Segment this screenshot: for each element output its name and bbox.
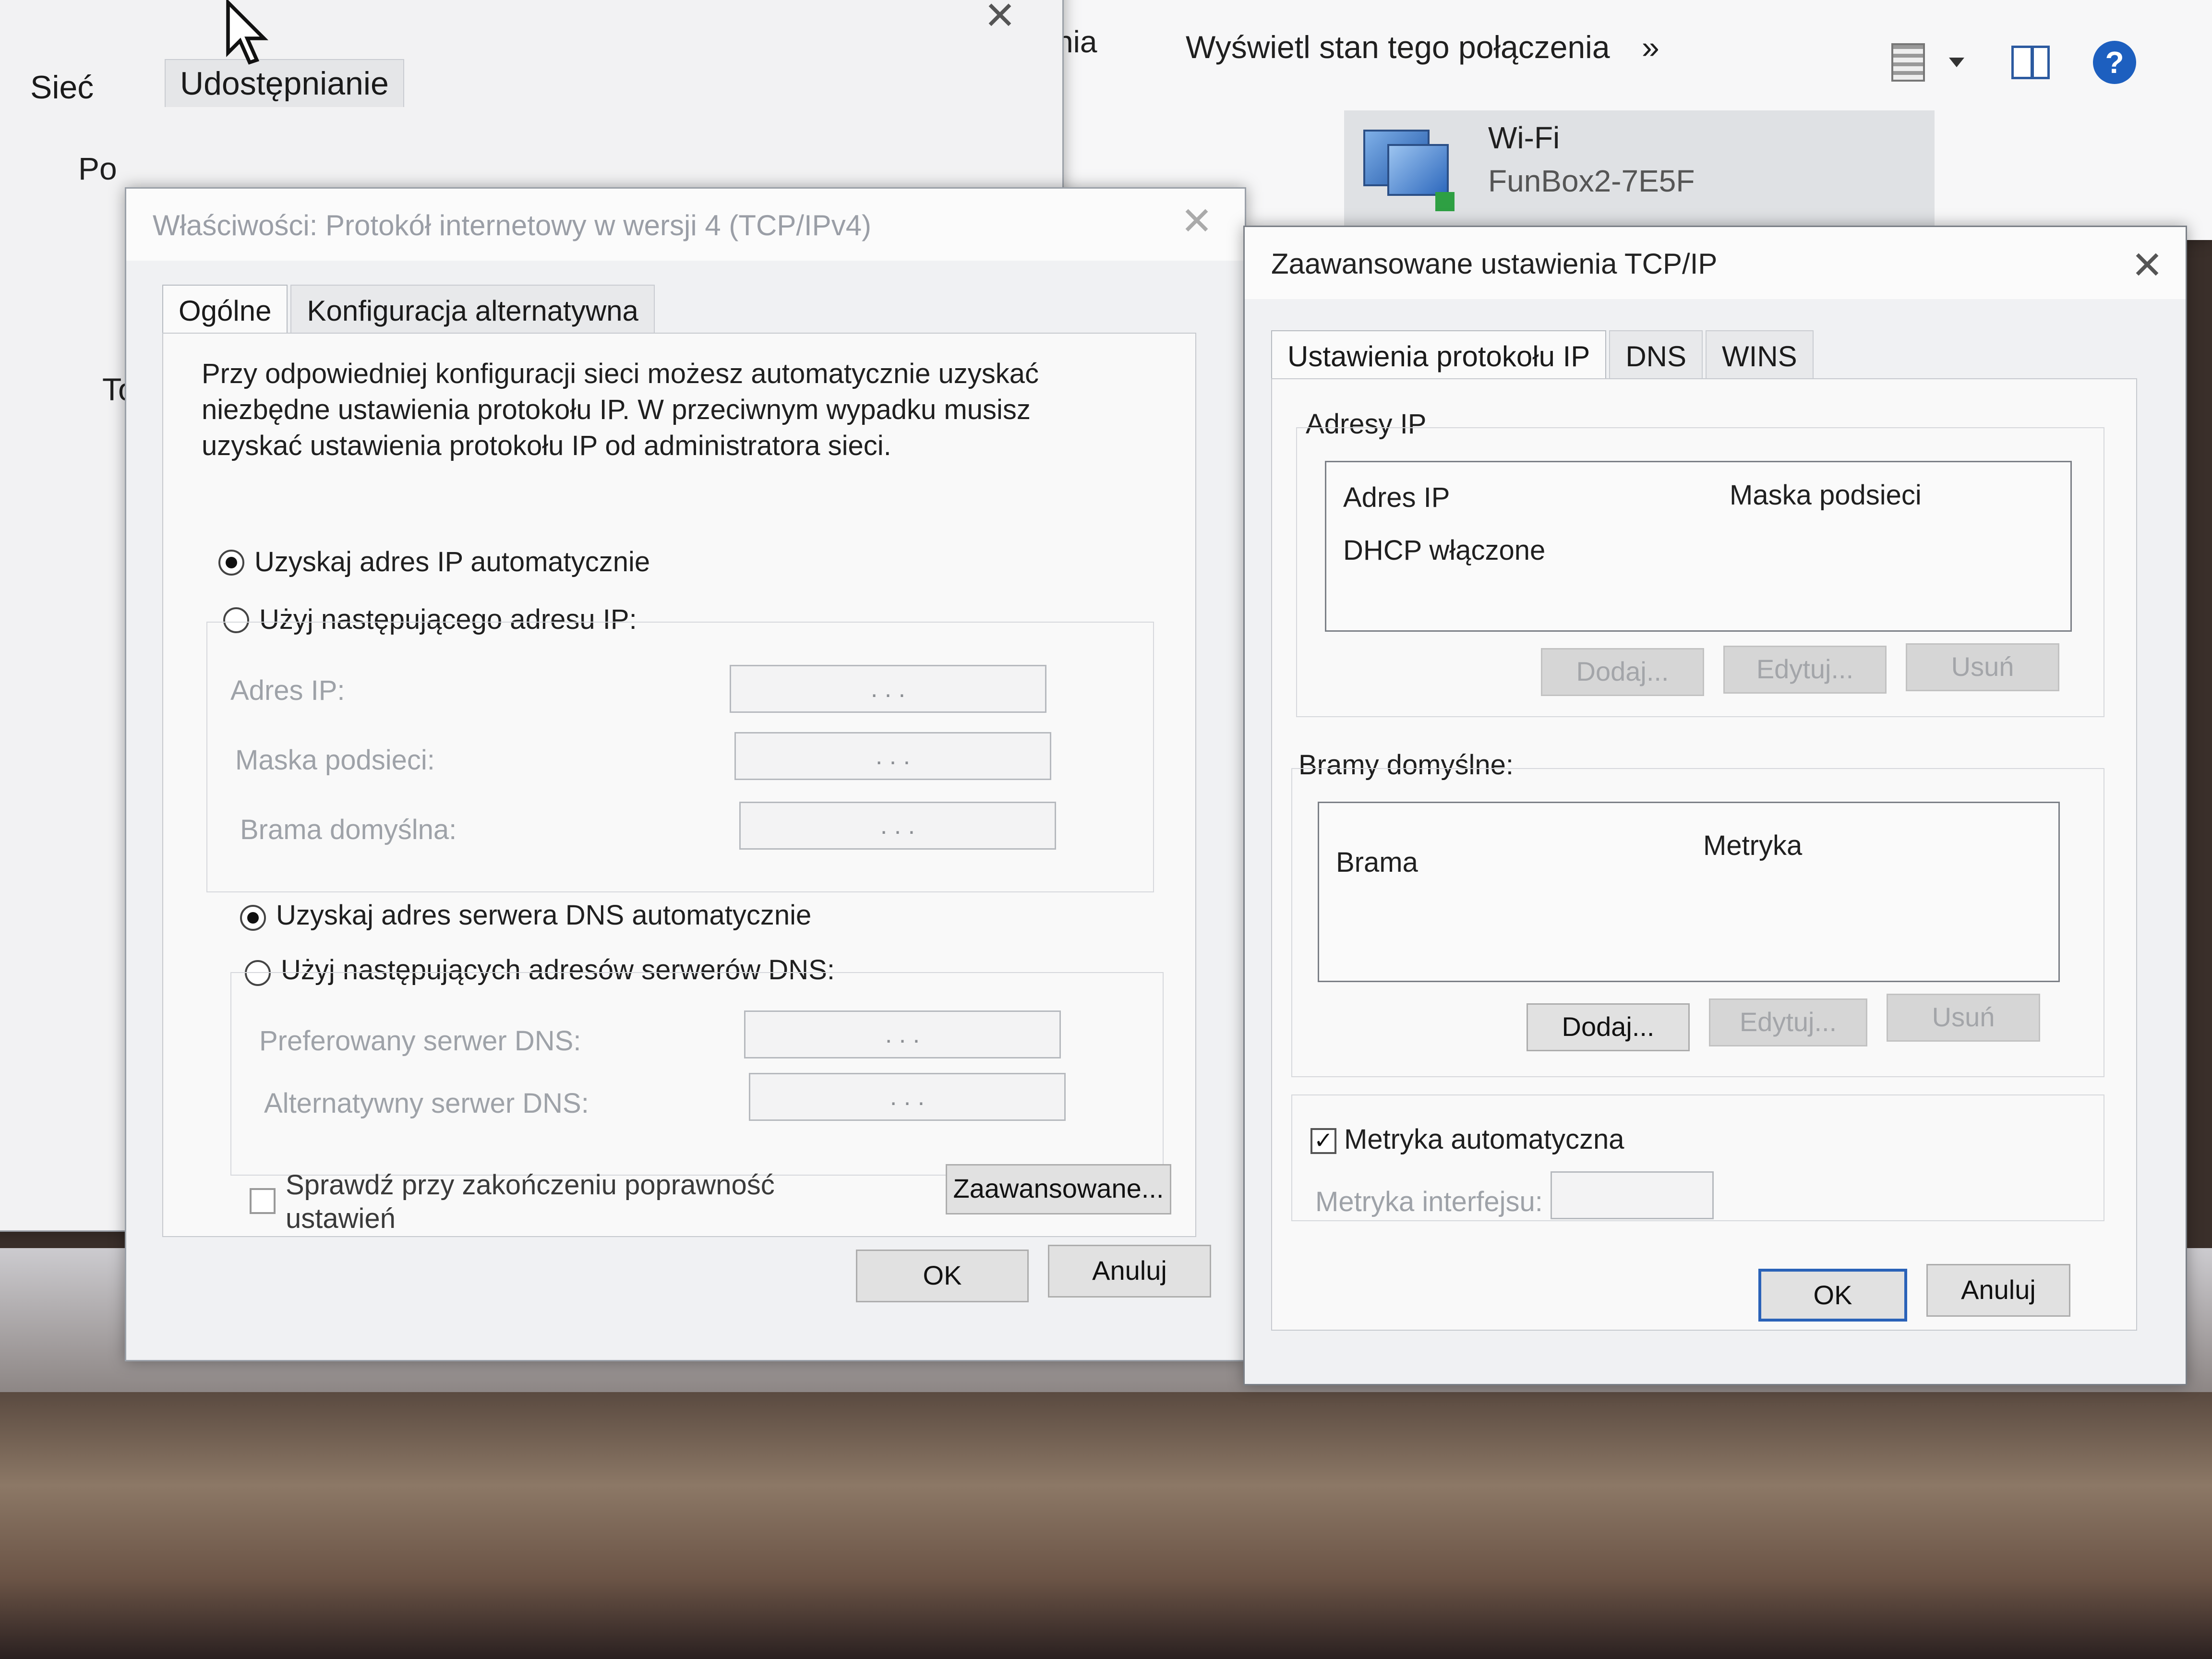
preferred-dns-field[interactable]: . . . [744, 1010, 1061, 1058]
mouse-cursor-icon [226, 0, 269, 65]
advanced-titlebar: Zaawansowane ustawienia TCP/IP ✕ [1245, 227, 2186, 299]
validate-label-line1[interactable]: Sprawdź przy zakończeniu poprawność [286, 1169, 775, 1201]
add-ip-button[interactable]: Dodaj... [1541, 648, 1704, 696]
ip-address-label: Adres IP: [230, 675, 345, 706]
interface-metric-label: Metryka interfejsu: [1315, 1186, 1543, 1217]
ip-list-row[interactable]: DHCP włączone [1343, 534, 1545, 566]
ipv4-general-panel: Przy odpowiedniej konfiguracji sieci moż… [162, 333, 1196, 1237]
ok-button[interactable]: OK [1758, 1269, 1907, 1322]
interface-metric-field[interactable] [1551, 1171, 1714, 1219]
network-adapter-icon [1358, 125, 1455, 211]
ok-button[interactable]: OK [856, 1250, 1029, 1302]
tab-wins[interactable]: WINS [1706, 330, 1814, 378]
connection-name: Wi-Fi [1488, 120, 1560, 155]
tab-dns[interactable]: DNS [1609, 330, 1703, 378]
dns-auto-label[interactable]: Uzyskaj adres serwera DNS automatycznie [276, 899, 811, 931]
cancel-button[interactable]: Anuluj [1048, 1245, 1211, 1298]
metric-col-header: Metryka [1703, 830, 1803, 861]
advanced-dialog-title: Zaawansowane ustawienia TCP/IP [1271, 248, 1718, 280]
wifi-connection-item[interactable]: Wi-Fi FunBox2-7E5F [1344, 110, 1935, 240]
advanced-button[interactable]: Zaawansowane... [946, 1164, 1171, 1214]
dns-auto-radio[interactable] [240, 905, 266, 931]
remove-ip-button[interactable]: Usuń [1906, 643, 2059, 691]
tab-konfiguracja-alternatywna[interactable]: Konfiguracja alternatywna [290, 285, 655, 333]
ip-addresses-list[interactable]: Adres IP Maska podsieci DHCP włączone [1325, 461, 2072, 632]
remove-gateway-button[interactable]: Usuń [1887, 994, 2040, 1042]
advanced-tabs: Ustawienia protokołu IP DNS WINS [1271, 330, 1816, 378]
view-dropdown-icon[interactable] [1949, 58, 1964, 67]
close-icon[interactable]: ✕ [1178, 202, 1216, 240]
subnet-mask-field[interactable]: . . . [734, 732, 1051, 780]
partial-label-po: Po [78, 151, 117, 186]
add-gateway-button[interactable]: Dodaj... [1527, 1003, 1690, 1051]
gateways-list[interactable]: Brama Metryka [1318, 802, 2060, 982]
subnet-col-header: Maska podsieci [1730, 480, 1922, 511]
close-icon[interactable]: ✕ [2128, 246, 2166, 285]
description-line-1: Przy odpowiedniej konfiguracji sieci moż… [202, 358, 1039, 389]
cancel-button[interactable]: Anuluj [1926, 1264, 2070, 1317]
ip-auto-radio[interactable] [218, 550, 244, 576]
tab-ip-settings[interactable]: Ustawienia protokołu IP [1271, 330, 1607, 378]
ip-settings-panel: Adresy IP Adres IP Maska podsieci DHCP w… [1271, 378, 2137, 1331]
connection-network: FunBox2-7E5F [1488, 164, 1695, 198]
gateway-field[interactable]: . . . [739, 802, 1056, 850]
more-chevron-icon[interactable]: » [1642, 29, 1659, 65]
help-icon[interactable]: ? [2093, 41, 2136, 84]
edit-ip-button[interactable]: Edytuj... [1723, 646, 1887, 694]
ipv4-tabs: Ogólne Konfiguracja alternatywna [162, 285, 658, 333]
preview-pane-icon[interactable] [2011, 46, 2050, 79]
tab-siec[interactable]: Sieć [30, 69, 94, 106]
alternate-dns-label: Alternatywny serwer DNS: [264, 1088, 589, 1119]
gateway-col-header: Brama [1336, 847, 1418, 878]
alternate-dns-field[interactable]: . . . [749, 1073, 1066, 1121]
validate-label-line2[interactable]: ustawień [286, 1202, 396, 1235]
tab-ogolne[interactable]: Ogólne [162, 285, 288, 333]
advanced-tcpip-dialog: Zaawansowane ustawienia TCP/IP ✕ Ustawie… [1243, 226, 2187, 1385]
tab-udostepnianie[interactable]: Udostępnianie [165, 59, 404, 107]
edit-gateway-button[interactable]: Edytuj... [1709, 998, 1867, 1046]
ip-address-field[interactable]: . . . [730, 665, 1046, 713]
close-icon[interactable]: ✕ [981, 0, 1019, 35]
view-options-icon[interactable] [1891, 43, 1925, 82]
ipv4-properties-dialog: Właściwości: Protokół internetowy w wers… [125, 187, 1246, 1361]
preferred-dns-label: Preferowany serwer DNS: [259, 1025, 581, 1057]
auto-metric-checkbox[interactable]: ✓ [1310, 1128, 1336, 1154]
validate-checkbox[interactable] [250, 1188, 276, 1214]
subnet-mask-label: Maska podsieci: [235, 745, 435, 776]
desk-surface [0, 1392, 2212, 1659]
view-status-button[interactable]: Wyświetl stan tego połączenia [1186, 29, 1610, 65]
description-line-2: niezbędne ustawienia protokołu IP. W prz… [202, 394, 1031, 425]
ipv4-dialog-title: Właściwości: Protokół internetowy w wers… [153, 209, 872, 241]
ipv4-titlebar: Właściwości: Protokół internetowy w wers… [126, 189, 1245, 261]
auto-metric-label[interactable]: Metryka automatyczna [1344, 1123, 1624, 1155]
ip-col-header: Adres IP [1343, 482, 1450, 513]
description-line-3: uzyskać ustawienia protokołu IP od admin… [202, 430, 891, 461]
ip-auto-label[interactable]: Uzyskaj adres IP automatycznie [254, 546, 650, 578]
gateway-label: Brama domyślna: [240, 814, 457, 845]
